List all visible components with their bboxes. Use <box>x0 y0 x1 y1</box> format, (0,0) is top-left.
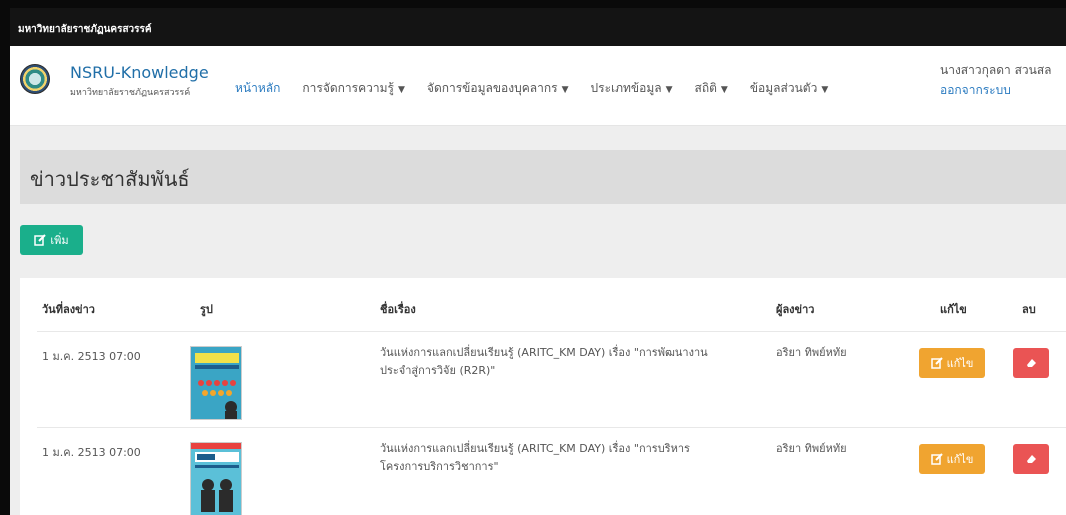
edit-button-label: แก้ไข <box>946 357 974 370</box>
edit-button-label: แก้ไข <box>946 453 974 466</box>
add-news-button[interactable]: เพิ่ม <box>20 225 83 255</box>
poster-image <box>191 443 241 515</box>
news-author: อริยา ทิพย์หทัย <box>776 346 847 359</box>
column-header-title: ชื่อเรื่อง <box>380 303 416 316</box>
nav-knowledge-management[interactable]: การจัดการความรู้ ▼ <box>302 79 405 98</box>
top-bar: มหาวิทยาลัยราชภัฏนครสวรรค์ <box>10 8 1066 46</box>
poster-image <box>191 347 241 419</box>
nav-label: สถิติ <box>694 81 717 95</box>
column-header-delete: ลบ <box>1022 303 1036 316</box>
news-date: 1 ม.ค. 2513 07:00 <box>42 446 141 459</box>
nav-personnel-data[interactable]: จัดการข้อมูลของบุคลากร ▼ <box>427 79 569 98</box>
page-title: ข่าวประชาสัมพันธ์ <box>30 167 190 191</box>
table-row: 1 ม.ค. 2513 07:00 วันแห่งการแลกเปลี่ยนเร… <box>37 331 1066 427</box>
top-bar-title: มหาวิทยาลัยราชภัฏนครสวรรค์ <box>18 24 152 35</box>
column-header-image: รูป <box>200 303 213 316</box>
navbar: NSRU-Knowledge มหาวิทยาลัยราชภัฏนครสวรรค… <box>10 46 1066 126</box>
news-title-line: วันแห่งการแลกเปลี่ยนเรียนรู้ (ARITC_KM D… <box>380 442 690 455</box>
caret-down-icon: ▼ <box>561 85 569 95</box>
brand-title[interactable]: NSRU-Knowledge <box>70 63 209 82</box>
news-title[interactable]: วันแห่งการแลกเปลี่ยนเรียนรู้ (ARITC_KM D… <box>380 344 760 380</box>
news-title-line: โครงการบริการวิชาการ" <box>380 460 499 473</box>
column-header-author: ผู้ลงข่าว <box>776 303 815 316</box>
main-menu: หน้าหลัก การจัดการความรู้ ▼ จัดการข้อมูลข… <box>235 79 828 98</box>
edit-icon <box>34 234 47 246</box>
nav-data-types[interactable]: ประเภทข้อมูล ▼ <box>591 79 673 98</box>
page-heading-bar: ข่าวประชาสัมพันธ์ <box>20 150 1066 204</box>
logout-link[interactable]: ออกจากระบบ <box>940 81 1011 100</box>
nav-label: ข้อมูลส่วนตัว <box>749 81 818 95</box>
edit-button[interactable]: แก้ไข <box>919 348 985 378</box>
delete-button[interactable] <box>1013 444 1049 474</box>
column-header-date: วันที่ลงข่าว <box>42 303 95 316</box>
nav-profile[interactable]: ข้อมูลส่วนตัว ▼ <box>750 79 828 98</box>
news-title-line: วันแห่งการแลกเปลี่ยนเรียนรู้ (ARITC_KM D… <box>380 346 708 359</box>
university-logo[interactable] <box>20 64 50 94</box>
news-thumbnail[interactable] <box>190 346 242 420</box>
eraser-icon <box>1027 359 1036 367</box>
column-header-edit: แก้ไข <box>940 303 967 316</box>
user-name: นางสาวกุลดา สวนสล <box>940 63 1052 77</box>
caret-down-icon: ▼ <box>720 85 728 95</box>
nav-statistics[interactable]: สถิติ ▼ <box>695 79 728 98</box>
news-title[interactable]: วันแห่งการแลกเปลี่ยนเรียนรู้ (ARITC_KM D… <box>380 440 760 476</box>
nav-label: จัดการข้อมูลของบุคลากร <box>426 81 558 95</box>
delete-button[interactable] <box>1013 348 1049 378</box>
news-thumbnail[interactable] <box>190 442 242 515</box>
news-table: วันที่ลงข่าว รูป ชื่อเรื่อง ผู้ลงข่าว แก… <box>20 278 1066 515</box>
eraser-icon <box>1027 455 1036 463</box>
brand-subtitle: มหาวิทยาลัยราชภัฏนครสวรรค์ <box>70 88 191 98</box>
caret-down-icon: ▼ <box>821 85 829 95</box>
nav-label: การจัดการความรู้ <box>302 81 394 95</box>
edit-icon <box>930 357 943 369</box>
add-button-label: เพิ่ม <box>50 234 69 247</box>
news-date: 1 ม.ค. 2513 07:00 <box>42 350 141 363</box>
caret-down-icon: ▼ <box>397 85 405 95</box>
caret-down-icon: ▼ <box>665 85 673 95</box>
news-author: อริยา ทิพย์หทัย <box>776 442 847 455</box>
edit-button[interactable]: แก้ไข <box>919 444 985 474</box>
news-title-line: ประจำสู่การวิจัย (R2R)" <box>380 364 496 377</box>
nav-home[interactable]: หน้าหลัก <box>235 79 280 98</box>
nav-label: ประเภทข้อมูล <box>590 81 662 95</box>
app-window: มหาวิทยาลัยราชภัฏนครสวรรค์ NSRU-Knowledg… <box>10 8 1066 515</box>
edit-icon <box>930 453 943 465</box>
table-row: 1 ม.ค. 2513 07:00 วันแห่งการแลกเปลี่ยนเร… <box>37 427 1066 515</box>
